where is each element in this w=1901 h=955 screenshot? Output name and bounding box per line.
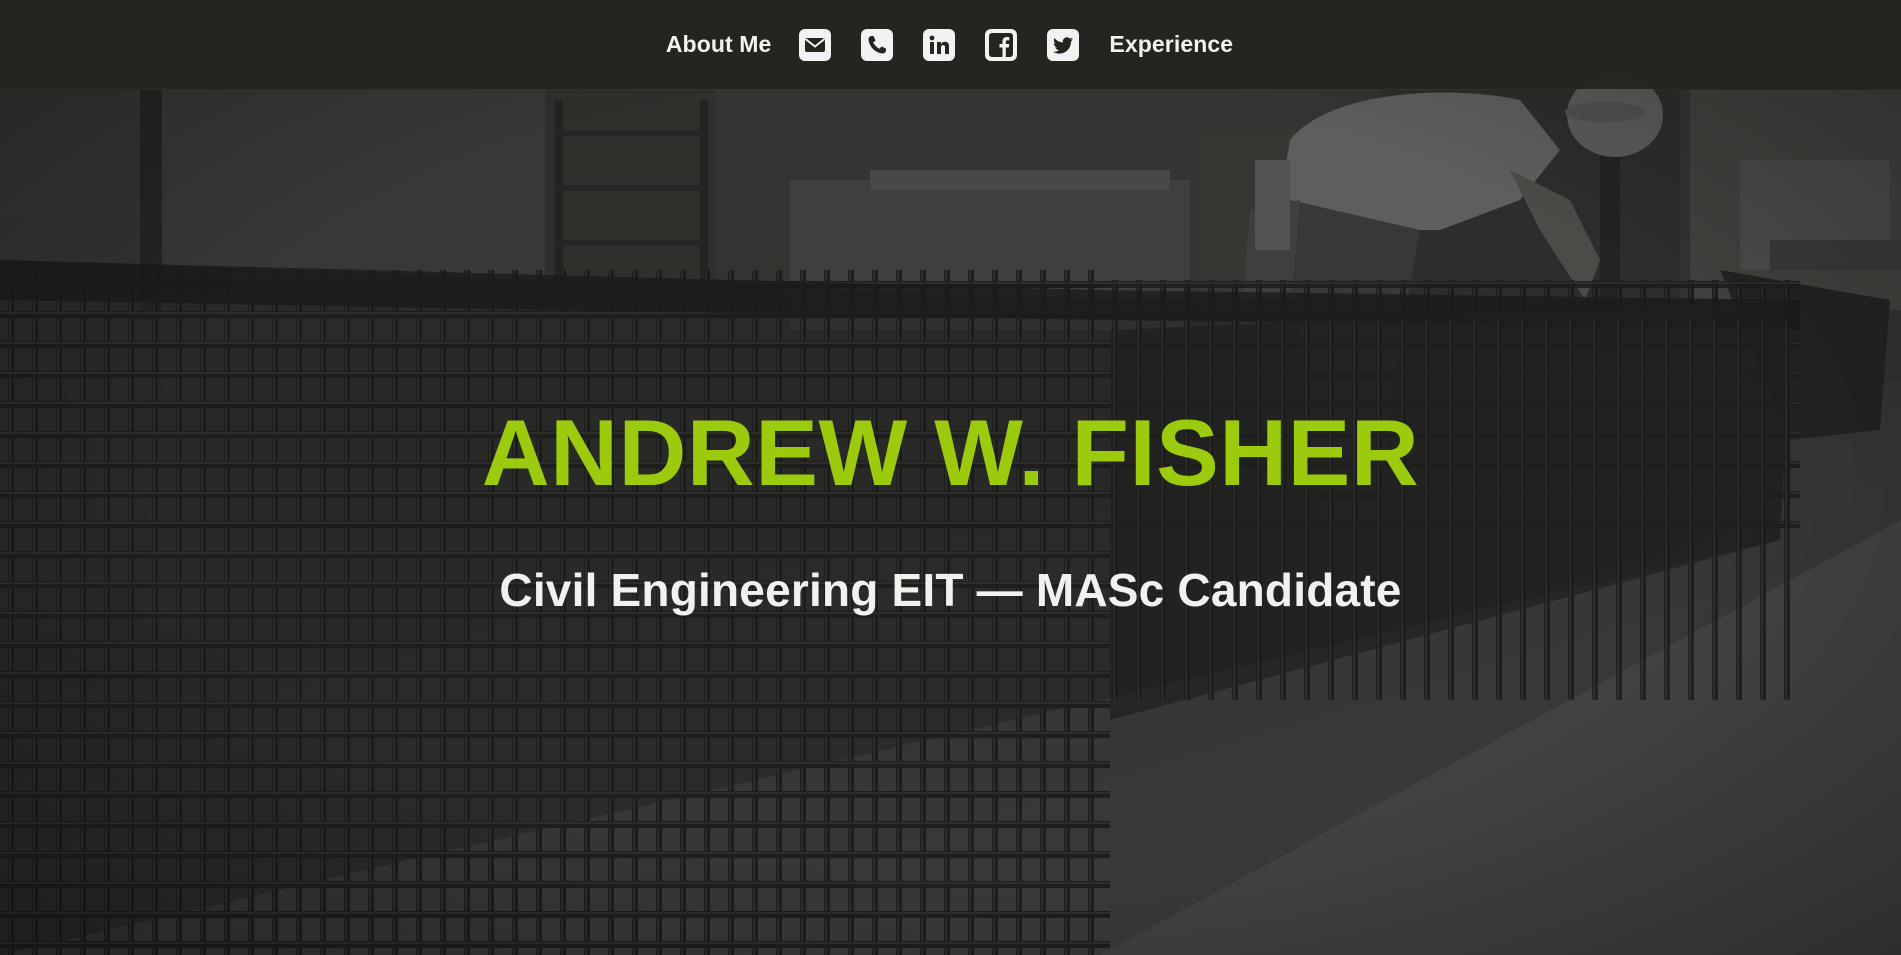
phone-button[interactable] [861, 28, 894, 61]
twitter-icon [1047, 28, 1080, 61]
phone-icon [861, 28, 894, 61]
nav-link-experience[interactable]: Experience [1109, 31, 1233, 58]
nav-container: About Me Experience [666, 28, 1233, 61]
hero-section: About Me Experience ANDREW W. FISHER Civ… [0, 0, 1901, 955]
email-button[interactable] [799, 28, 832, 61]
hero-subtitle: Civil Engineering EIT — MASc Candidate [499, 564, 1402, 616]
linkedin-button[interactable] [923, 28, 956, 61]
envelope-icon [799, 28, 832, 61]
social-links [799, 28, 1080, 61]
hero-name-heading: ANDREW W. FISHER [481, 400, 1420, 505]
twitter-button[interactable] [1047, 28, 1080, 61]
facebook-icon [985, 28, 1018, 61]
nav-link-about-me[interactable]: About Me [666, 31, 772, 58]
linkedin-icon [923, 28, 956, 61]
facebook-button[interactable] [985, 28, 1018, 61]
top-navbar: About Me Experience [0, 0, 1901, 89]
